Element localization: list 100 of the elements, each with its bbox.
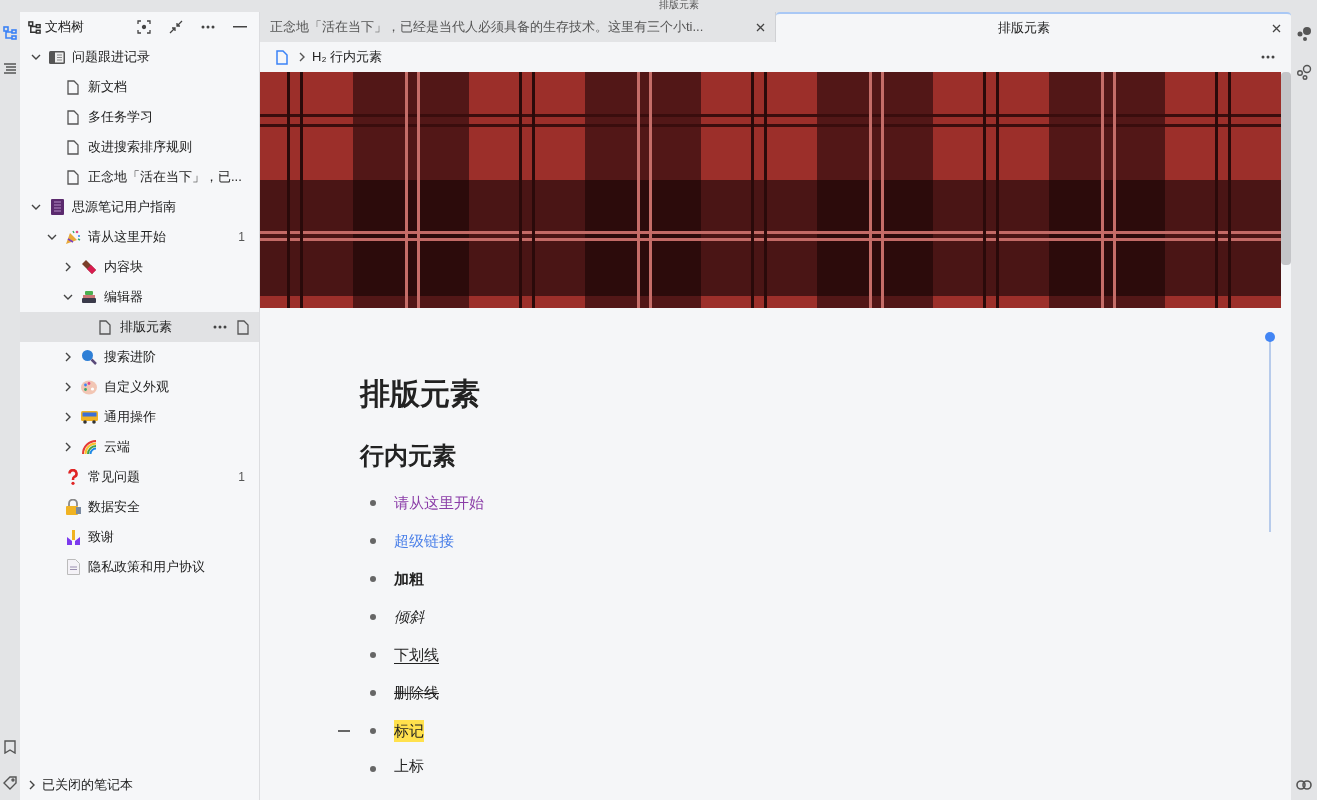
tree-item[interactable]: 通用操作 [20,402,259,432]
window-title: 排版元素 [658,0,699,12]
list-item-text: 下划线 [394,644,439,665]
document-icon [67,139,79,155]
tree-item-label: 多任务学习 [88,108,153,127]
document-icon[interactable] [276,49,288,65]
breadcrumb-item[interactable]: H₂ 行内元素 [312,47,383,67]
link[interactable]: 超级链接 [394,529,454,553]
list-item-text: 删除线 [394,682,439,703]
chevron-down-icon[interactable] [31,203,41,211]
tree-item-label: 数据安全 [88,498,140,517]
tree-item-label: 正念地「活在当下」，已... [88,168,242,187]
book-icon [50,199,64,215]
list-item-text: 加粗 [394,568,424,589]
tag-icon[interactable] [3,776,17,790]
tree-item-label: 请从这里开始 [88,228,166,247]
tree-item[interactable]: 改进搜索排序规则 [20,132,259,162]
tree-item-label: 搜索进阶 [104,348,156,367]
bus-icon [80,410,98,424]
tree-item[interactable]: 数据安全 [20,492,259,522]
tree-item[interactable]: 问题跟进记录 [20,42,259,72]
tree-item[interactable]: 搜索进阶 [20,342,259,372]
bullet [370,728,376,734]
minimize-icon[interactable] [233,26,247,28]
chevron-down-icon[interactable] [63,293,73,301]
document-icon [67,109,79,125]
new-document-icon[interactable] [237,319,249,335]
tree-item[interactable]: 内容块 [20,252,259,282]
chevron-down-icon[interactable] [47,233,57,241]
tree-item-label: 改进搜索排序规则 [88,138,192,157]
tree-item-label: 致谢 [88,528,114,547]
document-icon [67,79,79,95]
close-icon[interactable] [756,22,765,32]
tree-item[interactable]: 隐私政策和用户协议 [20,552,259,582]
tree-item-label: 思源笔记用户指南 [72,198,176,217]
chevron-right-icon[interactable] [64,352,72,362]
tree-item[interactable]: 新文档 [20,72,259,102]
tree-item[interactable]: 致谢 [20,522,259,552]
tree-item[interactable]: 多任务学习 [20,102,259,132]
chevron-right-icon[interactable] [28,780,36,790]
link[interactable]: 请从这里开始 [394,491,484,515]
rainbow-icon [81,439,97,455]
party-popper-icon [65,229,81,245]
more-icon[interactable] [213,325,227,329]
bullet [370,576,376,582]
tree-item-label: 云端 [104,438,130,457]
tree-item-label: 通用操作 [104,408,156,427]
tree-item[interactable]: 思源笔记用户指南 [20,192,259,222]
question-mark-icon [68,469,78,485]
chocolate-icon [81,259,97,275]
tree-item[interactable]: 排版元素 [20,312,259,342]
bookmark-icon[interactable] [4,740,16,754]
list-item-text: 标记 [394,719,424,743]
document-icon [67,169,79,185]
count: 1 [238,229,245,246]
document-icon [99,319,111,335]
collapse-icon[interactable] [169,20,183,34]
outline-icon[interactable] [3,62,17,76]
tree-item[interactable]: 正念地「活在当下」，已... [20,162,259,192]
file-tree-icon[interactable] [3,26,17,40]
tree-item-label: 问题跟进记录 [72,48,150,67]
bullet [370,614,376,620]
tree-item-label: 隐私政策和用户协议 [88,558,205,577]
section-heading: 行内元素 [360,441,457,471]
bullet [370,766,376,772]
bullet [370,690,376,696]
chevron-right-icon[interactable] [64,382,72,392]
palette-icon [81,379,97,395]
drag-handle-icon[interactable] [338,730,350,732]
bullet [370,500,376,506]
chevron-down-icon[interactable] [31,53,41,61]
chevron-right-icon[interactable] [64,442,72,452]
tree-item[interactable]: 云端 [20,432,259,462]
tree-item[interactable]: 请从这里开始 1 [20,222,259,252]
bullet [370,538,376,544]
more-icon[interactable] [1261,55,1275,59]
tree-item[interactable]: 常见问题 1 [20,462,259,492]
focus-icon[interactable] [137,20,151,34]
list-item-text: 倾斜 [394,606,424,627]
tree-item-label: 内容块 [104,258,143,277]
notebook-icon [49,50,65,64]
tree-item-label: 排版元素 [120,318,172,337]
closed-notebooks-label[interactable]: 已关闭的笔记本 [42,775,133,795]
close-icon[interactable] [1272,23,1281,33]
chevron-right-icon[interactable] [64,412,72,422]
tree-item-label: 自定义外观 [104,378,169,397]
position-indicator[interactable] [1265,332,1275,532]
link-icon[interactable] [1296,780,1312,790]
panel-title: 文档树 [45,18,84,37]
tree-item[interactable]: 编辑器 [20,282,259,312]
chevron-right-icon[interactable] [64,262,72,272]
chevron-right-icon [298,52,306,62]
padlock-icon [65,499,81,515]
bubbles-icon[interactable] [1296,26,1312,42]
bubbles-icon[interactable] [1296,64,1312,80]
more-icon[interactable] [201,25,215,29]
tab[interactable]: 排版元素 [776,12,1291,42]
tree-item-label: 常见问题 [88,468,140,487]
tree-item[interactable]: 自定义外观 [20,372,259,402]
scrollbar-thumb[interactable] [1281,72,1291,265]
